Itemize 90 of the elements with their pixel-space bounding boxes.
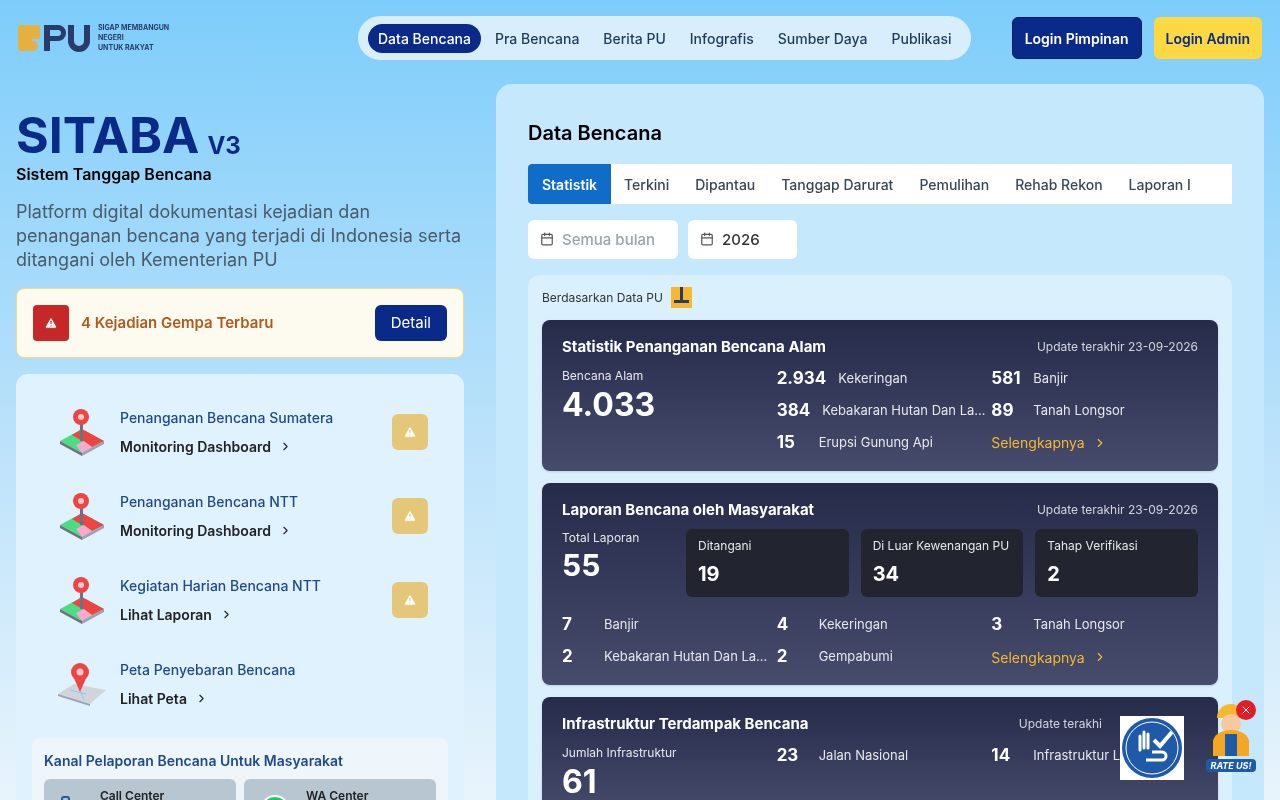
update-text: Update terakhi bbox=[1018, 715, 1102, 734]
data-tab[interactable]: Laporan I bbox=[1115, 164, 1204, 204]
stat-label: Infrastruktur L bbox=[1033, 745, 1121, 765]
logo-icon bbox=[670, 287, 692, 308]
stat-value: 89 bbox=[991, 398, 1015, 422]
data-tab[interactable]: Tanggap Darurat bbox=[768, 164, 907, 204]
stat-label: Banjir bbox=[1033, 368, 1068, 388]
rate-us-widget[interactable]: RATE US! bbox=[1198, 702, 1264, 776]
nav-tab[interactable]: Infografis bbox=[679, 23, 764, 53]
source-text: Berdasarkan Data PU bbox=[542, 288, 663, 307]
stat-value: 384 bbox=[776, 398, 811, 422]
map-pin-icon bbox=[56, 660, 108, 708]
nav-tab[interactable]: Pra Bencana bbox=[484, 23, 590, 53]
main-value: 55 bbox=[562, 547, 602, 585]
stat-label: Gempabumi bbox=[818, 647, 893, 667]
detail-button[interactable]: Detail bbox=[374, 305, 447, 341]
menu-title[interactable]: Penanganan Bencana NTT bbox=[120, 491, 299, 512]
stat-value: 15 bbox=[776, 430, 796, 454]
menu-title[interactable]: Kegiatan Harian Bencana NTT bbox=[120, 575, 321, 596]
stat-label: Tanah Longsor bbox=[1033, 400, 1125, 420]
app-description: Platform digital dokumentasi kejadian dan penanganan bencana yang terjadi di Indonesia serta ditangani oleh Kementerian PU bbox=[16, 200, 463, 272]
alert-text: 4 Kejadian Gempa Terbaru bbox=[81, 311, 274, 334]
stat-box: Ditangani 19 bbox=[686, 529, 849, 597]
login-button[interactable]: Login Admin bbox=[1153, 17, 1262, 59]
stat-value: 2 bbox=[776, 645, 789, 669]
stat-value: 3 bbox=[991, 613, 1004, 637]
menu-link[interactable]: Lihat Laporan bbox=[120, 604, 321, 625]
warning-icon[interactable] bbox=[392, 498, 428, 534]
channel-button[interactable]: Call Center bbox=[44, 779, 236, 800]
stat-label: Kebakaran Hutan Dan La... bbox=[604, 647, 768, 667]
menu-link[interactable]: Monitoring Dashboard bbox=[120, 520, 299, 541]
stat-box: Tahap Verifikasi 2 bbox=[1035, 529, 1198, 597]
card-title: Infrastruktur Terdampak Bencana bbox=[562, 713, 809, 735]
card-title: Statistik Penanganan Bencana Alam bbox=[562, 336, 827, 358]
map-pin-icon bbox=[58, 491, 106, 541]
stat-label: Tanah Longsor bbox=[1033, 615, 1125, 635]
main-value: 61 bbox=[562, 761, 598, 800]
stat-value: 14 bbox=[991, 743, 1012, 767]
panel-title: Data Bencana bbox=[528, 120, 663, 147]
more-link[interactable]: Selengkapnya bbox=[991, 641, 1198, 673]
stat-label: Kebakaran Hutan Dan La... bbox=[822, 400, 986, 420]
stat-value: 4 bbox=[776, 613, 790, 637]
stat-box: Di Luar Kewenangan PU 34 bbox=[860, 529, 1024, 597]
map-pin-icon bbox=[58, 575, 106, 625]
nav-tab[interactable]: Data Bencana bbox=[368, 23, 481, 53]
update-text: Update terakhir 23-09-2026 bbox=[1036, 500, 1198, 519]
main-label: Total Laporan bbox=[562, 529, 641, 547]
warning-icon[interactable] bbox=[392, 582, 428, 618]
stat-label: Kekeringan bbox=[838, 368, 908, 388]
menu-link[interactable]: Monitoring Dashboard bbox=[120, 436, 334, 457]
stat-value: 2 bbox=[562, 645, 574, 669]
map-pin-icon bbox=[58, 407, 106, 457]
stat-value: 23 bbox=[776, 743, 800, 767]
warning-icon[interactable] bbox=[392, 414, 428, 450]
menu-link[interactable]: Lihat Peta bbox=[120, 688, 296, 709]
data-tab[interactable]: Pemulihan bbox=[906, 164, 1003, 204]
nav-tab[interactable]: Publikasi bbox=[881, 23, 962, 53]
calendar-icon bbox=[540, 232, 554, 246]
menu-title[interactable]: Penanganan Bencana Sumatera bbox=[120, 407, 334, 428]
stat-label: Kekeringan bbox=[818, 615, 888, 635]
data-tab[interactable]: Terkini bbox=[611, 164, 683, 204]
data-tab[interactable]: Rehab Rekon bbox=[1002, 164, 1116, 204]
card-title: Laporan Bencana oleh Masyarakat bbox=[562, 498, 815, 521]
main-value: 4.033 bbox=[562, 384, 657, 425]
stat-label: Banjir bbox=[604, 615, 639, 635]
more-link[interactable]: Selengkapnya bbox=[991, 426, 1198, 459]
menu-title[interactable]: Peta Penyebaran Bencana bbox=[120, 659, 296, 680]
stat-value: 7 bbox=[562, 613, 573, 637]
complaint-badge-icon[interactable] bbox=[1120, 716, 1184, 780]
nav-tab[interactable]: Sumber Daya bbox=[767, 23, 878, 53]
stat-label: Jalan Nasional bbox=[818, 745, 909, 765]
app-title: SITABA bbox=[16, 110, 200, 160]
stat-value: 2.934 bbox=[776, 366, 827, 390]
date-field[interactable]: 2026 bbox=[688, 220, 797, 259]
main-label: Bencana Alam bbox=[562, 366, 645, 385]
nav-tab[interactable]: Berita PU bbox=[593, 23, 676, 53]
login-button[interactable]: Login Pimpinan bbox=[1011, 17, 1142, 59]
app-subtitle: Sistem Tanggap Bencana bbox=[16, 163, 213, 186]
channels-title: Kanal Pelaporan Bencana Untuk Masyarakat bbox=[44, 751, 345, 771]
stat-value: 581 bbox=[991, 366, 1022, 390]
main-label: Jumlah Infrastruktur bbox=[562, 743, 678, 762]
channel-button[interactable]: WA Center bbox=[244, 779, 436, 800]
data-tab[interactable]: Dipantau bbox=[682, 164, 769, 204]
update-text: Update terakhir 23-09-2026 bbox=[1036, 338, 1198, 357]
calendar-icon bbox=[700, 232, 714, 246]
date-field[interactable]: Semua bulan bbox=[528, 220, 678, 259]
data-tab[interactable]: Statistik bbox=[528, 164, 612, 204]
warning-icon bbox=[33, 305, 69, 341]
stat-label: Erupsi Gunung Api bbox=[818, 432, 933, 452]
version-label: V3 bbox=[207, 134, 241, 158]
